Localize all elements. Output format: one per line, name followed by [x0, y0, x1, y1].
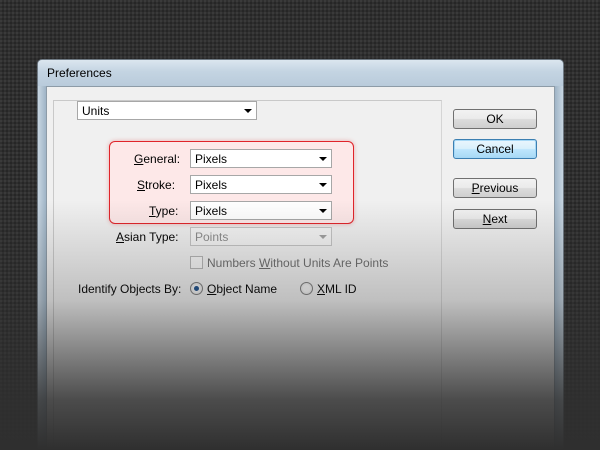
xml-id-radio[interactable]	[300, 282, 313, 295]
asian-type-dropdown: Points	[190, 227, 332, 246]
ok-button[interactable]: OK	[453, 109, 537, 129]
xml-id-label[interactable]: XML ID	[317, 282, 357, 296]
general-label: General:	[134, 152, 181, 166]
preferences-window: Preferences Units General: Pixels Stroke…	[37, 59, 564, 450]
stroke-label: Stroke:	[137, 178, 176, 192]
type-units-dropdown[interactable]: Pixels	[190, 201, 332, 220]
object-name-radio[interactable]	[190, 282, 203, 295]
section-dropdown-value: Units	[82, 104, 110, 118]
object-name-label[interactable]: Object Name	[207, 282, 277, 296]
chevron-down-icon[interactable]	[314, 202, 331, 219]
asian-type-label: Asian Type:	[116, 230, 179, 244]
type-label: Type:	[149, 204, 179, 218]
units-group-box: Units General: Pixels Stroke: Pixels Typ…	[53, 100, 442, 450]
previous-button[interactable]: Previous	[453, 178, 537, 198]
chevron-down-icon	[314, 228, 331, 245]
general-units-dropdown[interactable]: Pixels	[190, 149, 332, 168]
chevron-down-icon[interactable]	[314, 150, 331, 167]
window-title: Preferences	[47, 66, 112, 80]
window-frame-left	[38, 86, 46, 450]
cancel-button[interactable]: Cancel	[453, 139, 537, 159]
dialog-client-area: Units General: Pixels Stroke: Pixels Typ…	[46, 86, 555, 450]
type-units-value: Pixels	[195, 204, 228, 218]
numbers-without-units-checkbox	[190, 256, 203, 269]
chevron-down-icon[interactable]	[314, 176, 331, 193]
section-dropdown[interactable]: Units	[77, 101, 257, 120]
general-units-value: Pixels	[195, 152, 228, 166]
asian-type-value: Points	[195, 230, 229, 244]
window-frame-right	[555, 86, 563, 450]
identify-objects-label: Identify Objects By:	[78, 282, 182, 296]
numbers-without-units-label: Numbers Without Units Are Points	[207, 256, 389, 270]
title-bar[interactable]: Preferences	[38, 60, 563, 86]
next-button[interactable]: Next	[453, 209, 537, 229]
chevron-down-icon[interactable]	[239, 102, 256, 119]
stroke-units-dropdown[interactable]: Pixels	[190, 175, 332, 194]
stroke-units-value: Pixels	[195, 178, 228, 192]
